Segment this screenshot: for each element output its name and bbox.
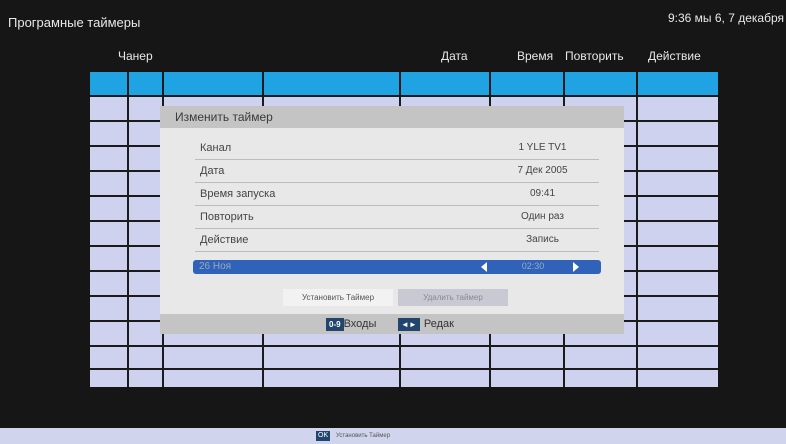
field-value: 1 YLE TV1 bbox=[518, 142, 567, 153]
bottom-bar: OK Установить Таймер bbox=[0, 428, 786, 444]
dialog-title: Изменить таймер bbox=[160, 106, 624, 128]
field-start-time[interactable]: Время запуска 09:41 bbox=[195, 185, 599, 206]
field-value: 02:30 bbox=[521, 261, 545, 271]
field-value: 09:41 bbox=[529, 188, 556, 199]
clock: 9:36 мы 6, 7 декабря bbox=[667, 11, 784, 25]
set-timer-button[interactable]: Установить Таймер bbox=[283, 289, 393, 306]
inputs-label: Входы bbox=[343, 318, 377, 330]
field-value: Один раз bbox=[521, 211, 564, 222]
edit-label: Редак bbox=[423, 318, 454, 330]
field-label: Действие bbox=[200, 234, 249, 246]
field-label: 26 Ноя bbox=[199, 261, 232, 272]
field-channel[interactable]: Канал 1 YLE TV1 bbox=[195, 139, 599, 160]
screen: Програмные таймеры 9:36 мы 6, 7 декабря … bbox=[0, 0, 786, 444]
table-row-selected[interactable] bbox=[90, 72, 718, 95]
selected-field-slider[interactable]: 26 Ноя 02:30 bbox=[193, 260, 601, 274]
field-label: Дата bbox=[200, 165, 225, 177]
field-date[interactable]: Дата 7 Дек 2005 bbox=[195, 162, 599, 183]
field-value: Запись bbox=[526, 234, 559, 245]
arrow-right-icon[interactable] bbox=[573, 262, 579, 272]
page-title: Програмные таймеры bbox=[8, 15, 141, 30]
edit-timer-dialog: Изменить таймер Канал 1 YLE TV1 Дата 7 Д… bbox=[160, 106, 624, 334]
field-label: Время запуска bbox=[200, 188, 276, 200]
field-value: 7 Дек 2005 bbox=[517, 165, 568, 176]
column-header-channel: Чанер bbox=[118, 49, 153, 63]
field-action[interactable]: Действие Запись bbox=[195, 231, 599, 252]
column-header-date: Дата bbox=[441, 49, 468, 63]
edit-hint: ◄► Редак bbox=[398, 316, 454, 332]
field-repeat[interactable]: Повторить Один раз bbox=[195, 208, 599, 229]
inputs-hint: 0-9 Входы bbox=[326, 316, 376, 332]
grid-line bbox=[90, 95, 718, 97]
bottom-hint: Установить Таймер bbox=[336, 433, 391, 439]
grid-line bbox=[90, 345, 718, 347]
column-header-action: Действие bbox=[648, 49, 701, 63]
dialog-footer: 0-9 Входы ◄► Редак bbox=[160, 314, 624, 334]
arrow-left-icon[interactable] bbox=[481, 262, 487, 272]
field-label: Повторить bbox=[200, 211, 254, 223]
column-header-time: Время bbox=[517, 49, 554, 63]
navigation-key-icon: ◄► bbox=[398, 317, 420, 331]
digits-key-icon: 0-9 bbox=[326, 317, 344, 331]
dialog-body: Канал 1 YLE TV1 Дата 7 Дек 2005 Время за… bbox=[160, 128, 624, 314]
field-label: Канал bbox=[200, 142, 232, 154]
column-header-repeat: Повторить bbox=[565, 49, 624, 63]
ok-key-icon: OK bbox=[316, 431, 331, 441]
delete-timer-button[interactable]: Удалить таймер bbox=[398, 289, 508, 306]
grid-line bbox=[90, 368, 718, 370]
